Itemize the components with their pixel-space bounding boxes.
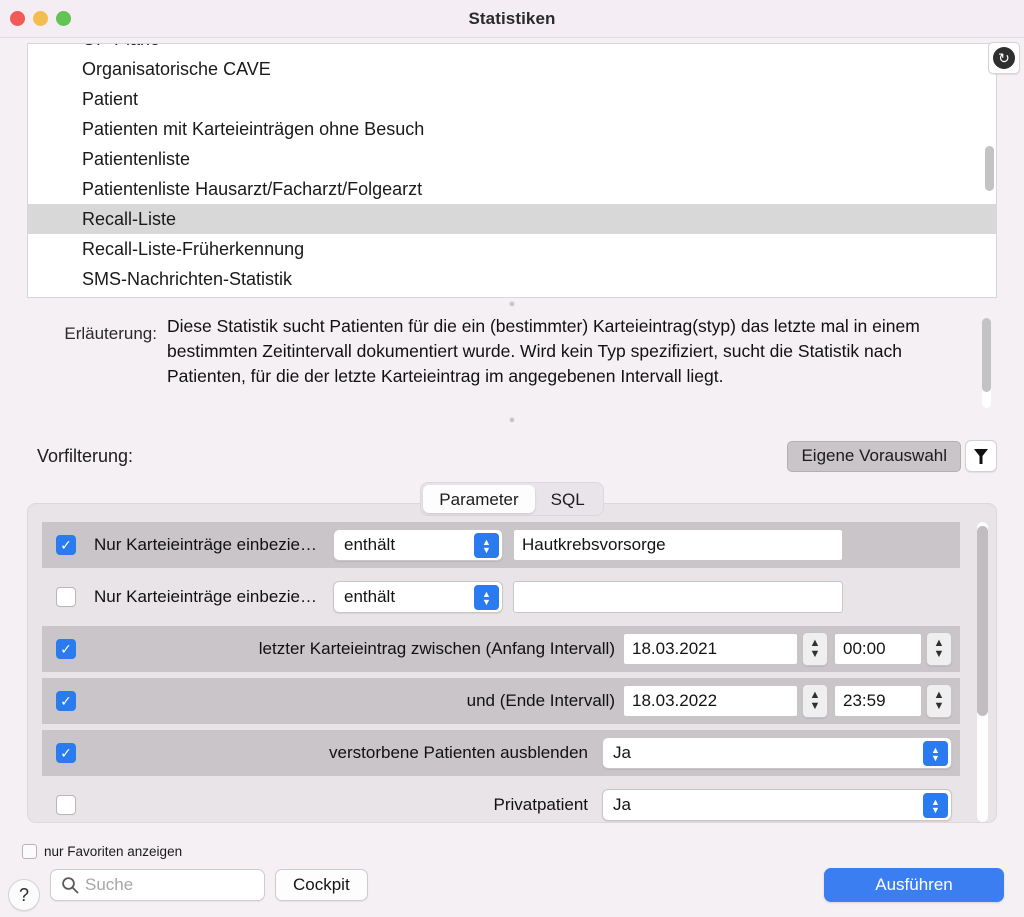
- operator-select[interactable]: enthält ▲ ▼: [333, 581, 504, 613]
- value-input[interactable]: Hautkrebsvorsorge: [513, 529, 844, 561]
- operator-value: enthält: [344, 535, 396, 554]
- chevron-updown-icon: ▲ ▼: [923, 793, 948, 818]
- list-item[interactable]: Patient: [28, 84, 996, 114]
- date-input[interactable]: 18.03.2021: [623, 633, 798, 665]
- statistics-window: Statistiken ↻ OP-Pläne Organisatorische …: [0, 0, 1024, 917]
- row-checkbox[interactable]: [56, 587, 76, 607]
- prefilter-label: Vorfilterung:: [37, 445, 134, 466]
- parameter-row: ✓ verstorbene Patienten ausblenden Ja ▲ ▼: [42, 730, 960, 776]
- row-checkbox[interactable]: [56, 795, 76, 815]
- statistics-list-scrollbar[interactable]: [985, 46, 994, 297]
- row-label: verstorbene Patienten ausblenden: [329, 743, 588, 762]
- search-icon: [62, 877, 79, 894]
- list-item[interactable]: Patientenliste: [28, 144, 996, 174]
- minimize-button[interactable]: [33, 11, 48, 26]
- row-checkbox[interactable]: ✓: [56, 535, 76, 555]
- explanation-block: Erläuterung: Diese Statistik sucht Patie…: [27, 310, 997, 414]
- operator-select[interactable]: enthält ▲ ▼: [333, 529, 504, 561]
- operator-value: enthält: [344, 587, 396, 606]
- parameter-row: Privatpatient Ja ▲ ▼: [42, 782, 960, 822]
- funnel-icon: [974, 448, 988, 464]
- chevron-updown-icon: ▲ ▼: [474, 533, 500, 558]
- explanation-scrollbar[interactable]: [982, 318, 991, 408]
- window-titlebar: Statistiken: [0, 0, 1024, 38]
- list-item[interactable]: Recall-Liste-Früherkennung: [28, 234, 996, 264]
- explanation-text: Diese Statistik sucht Patienten für die …: [167, 316, 920, 386]
- explanation-label: Erläuterung:: [64, 324, 157, 343]
- list-item[interactable]: Patientenliste Hausarzt/Facharzt/Folgear…: [28, 174, 996, 204]
- help-button[interactable]: ?: [8, 879, 40, 911]
- time-stepper[interactable]: ▲ ▼: [926, 684, 952, 718]
- select-value: Ja: [613, 743, 631, 762]
- search-placeholder: Suche: [85, 875, 134, 894]
- scrollbar-thumb[interactable]: [977, 526, 988, 716]
- row-label: Nur Karteieinträge einbezie…: [94, 535, 318, 554]
- row-label: letzter Karteieintrag zwischen (Anfang I…: [258, 639, 615, 658]
- list-item-selected[interactable]: Recall-Liste: [28, 204, 996, 234]
- tab-parameter[interactable]: Parameter: [423, 485, 535, 513]
- time-input[interactable]: 00:00: [834, 633, 922, 665]
- parameter-panel: ✓ Nur Karteieinträge einbezie… enthält ▲…: [27, 503, 997, 823]
- list-item[interactable]: OP-Pläne: [28, 44, 996, 54]
- value-select[interactable]: Ja ▲ ▼: [602, 789, 952, 821]
- date-stepper[interactable]: ▲ ▼: [802, 684, 828, 718]
- date-stepper[interactable]: ▲ ▼: [802, 632, 828, 666]
- scrollbar-thumb[interactable]: [985, 146, 994, 191]
- list-item[interactable]: Organisatorische CAVE: [28, 54, 996, 84]
- panel-tabs: Parameter SQL: [0, 482, 1024, 516]
- favorites-row[interactable]: nur Favoriten anzeigen: [20, 839, 1004, 859]
- parameter-row: Nur Karteieinträge einbezie… enthält ▲ ▼: [42, 574, 960, 620]
- time-stepper[interactable]: ▲ ▼: [926, 632, 952, 666]
- statistics-list[interactable]: OP-Pläne Organisatorische CAVE Patient P…: [27, 43, 997, 298]
- row-checkbox[interactable]: ✓: [56, 743, 76, 763]
- row-label: Privatpatient: [493, 795, 589, 814]
- row-label: und (Ende Intervall): [466, 691, 615, 710]
- explanation-box[interactable]: Diese Statistik sucht Patienten für die …: [167, 314, 997, 414]
- list-item[interactable]: SMS-Nachrichten-Statistik: [28, 264, 996, 294]
- list-item[interactable]: Patienten mit Karteieinträgen ohne Besuc…: [28, 114, 996, 144]
- search-input[interactable]: Suche: [50, 869, 265, 901]
- parameter-rows: ✓ Nur Karteieinträge einbezie… enthält ▲…: [42, 522, 982, 822]
- execute-button[interactable]: Ausführen: [824, 868, 1004, 902]
- actions-row: Suche Cockpit Ausführen: [20, 868, 1004, 902]
- value-select[interactable]: Ja ▲ ▼: [602, 737, 952, 769]
- parameter-row: ✓ Nur Karteieinträge einbezie… enthält ▲…: [42, 522, 960, 568]
- cockpit-button[interactable]: Cockpit: [275, 869, 368, 901]
- value-input[interactable]: [513, 581, 844, 613]
- select-value: Ja: [613, 795, 631, 814]
- zoom-button[interactable]: [56, 11, 71, 26]
- window-title: Statistiken: [468, 8, 556, 28]
- prefilter-row: Vorfilterung: Eigene Vorauswahl: [10, 436, 997, 476]
- own-preselection-button[interactable]: Eigene Vorauswahl: [787, 440, 961, 472]
- favorites-label: nur Favoriten anzeigen: [44, 844, 183, 859]
- row-checkbox[interactable]: ✓: [56, 639, 76, 659]
- refresh-icon: ↻: [993, 47, 1015, 69]
- time-input[interactable]: 23:59: [834, 685, 922, 717]
- chevron-updown-icon: ▲ ▼: [474, 585, 500, 610]
- parameter-row: ✓ letzter Karteieintrag zwischen (Anfang…: [42, 626, 960, 672]
- prefilter-controls: Eigene Vorauswahl: [787, 440, 997, 472]
- close-button[interactable]: [10, 11, 25, 26]
- list-resize-handle[interactable]: ●: [0, 298, 1024, 310]
- refresh-button[interactable]: ↻: [988, 42, 1020, 74]
- chevron-updown-icon: ▲ ▼: [923, 741, 948, 766]
- explanation-resize-handle[interactable]: ●: [0, 414, 1024, 426]
- row-checkbox[interactable]: ✓: [56, 691, 76, 711]
- date-input[interactable]: 18.03.2022: [623, 685, 798, 717]
- favorites-checkbox[interactable]: [22, 844, 37, 859]
- bottom-toolbar: nur Favoriten anzeigen Suche Cockpit Aus…: [0, 839, 1024, 917]
- scrollbar-thumb[interactable]: [982, 318, 991, 392]
- row-label: Nur Karteieinträge einbezie…: [94, 587, 318, 606]
- statistics-list-items: OP-Pläne Organisatorische CAVE Patient P…: [28, 44, 996, 294]
- filter-button[interactable]: [965, 440, 997, 472]
- parameter-row: ✓ und (Ende Intervall) 18.03.2022 ▲ ▼ 23:…: [42, 678, 960, 724]
- parameter-panel-scrollbar[interactable]: [977, 522, 988, 822]
- tab-sql[interactable]: SQL: [535, 485, 601, 513]
- traffic-light-buttons: [10, 11, 71, 26]
- tab-group: Parameter SQL: [420, 482, 604, 516]
